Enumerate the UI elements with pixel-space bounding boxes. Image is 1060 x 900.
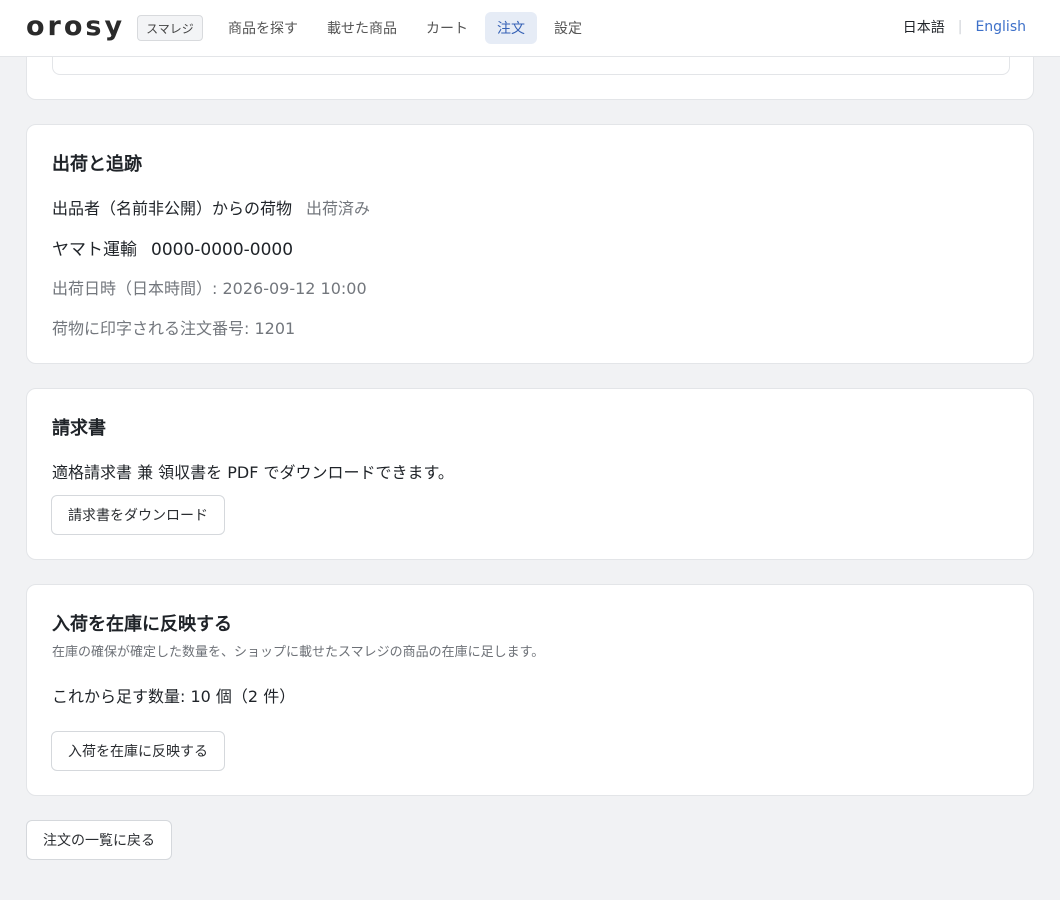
stock-reflect-title: 入荷を在庫に反映する (52, 614, 232, 635)
stock-reflect-card: 入荷を在庫に反映する 在庫の確保が確定した数量を、ショップに載せたスマレジの商品… (26, 584, 1034, 796)
main-nav: 商品を探す 載せた商品 カート 注文 設定 (216, 12, 594, 44)
nav-item-listed-products[interactable]: 載せた商品 (315, 12, 409, 44)
tracking-number[interactable]: 0000-0000-0000 (151, 240, 293, 260)
shipment-status: 出荷済み (306, 199, 371, 218)
download-invoice-button[interactable]: 請求書をダウンロード (51, 495, 225, 535)
shipping-tracking-title: 出荷と追跡 (52, 154, 142, 175)
language-english-link[interactable]: English (975, 19, 1026, 35)
nav-item-browse-products[interactable]: 商品を探す (216, 12, 310, 44)
top-navigation-bar: orosy スマレジ 商品を探す 載せた商品 カート 注文 設定 日本語 | E… (0, 0, 1060, 57)
stock-quantity-text: これから足す数量: 10 個（2 件） (52, 687, 296, 706)
shipment-sender: 出品者（名前非公開）からの荷物 (52, 199, 293, 218)
nav-item-cart[interactable]: カート (414, 12, 480, 44)
nav-item-settings[interactable]: 設定 (542, 12, 594, 44)
stock-reflect-subtitle: 在庫の確保が確定した数量を、ショップに載せたスマレジの商品の在庫に足します。 (52, 645, 545, 660)
language-switcher: 日本語 | English (903, 17, 1026, 37)
back-to-orders-button[interactable]: 注文の一覧に戻る (26, 820, 172, 860)
orosy-logo[interactable]: orosy (26, 11, 125, 43)
invoice-card: 請求書 適格請求書 兼 領収書を PDF でダウンロードできます。 請求書をダウ… (26, 388, 1034, 560)
shipping-tracking-card: 出荷と追跡 出品者（名前非公開）からの荷物 出荷済み ヤマト運輸 0000-0000… (26, 124, 1034, 364)
shipped-at: 出荷日時（日本時間）: 2026-09-12 10:00 (52, 279, 367, 298)
package-order-number: 荷物に印字される注文番号: 1201 (52, 319, 296, 338)
invoice-title: 請求書 (52, 418, 106, 439)
shipment-sender-row: 出品者（名前非公開）からの荷物 出荷済み (52, 195, 370, 219)
nav-item-orders[interactable]: 注文 (485, 12, 537, 44)
invoice-description: 適格請求書 兼 領収書を PDF でダウンロードできます。 (52, 463, 454, 482)
tracking-row: ヤマト運輸 0000-0000-0000 (52, 235, 293, 260)
apply-stock-button[interactable]: 入荷を在庫に反映する (51, 731, 225, 771)
language-japanese-link[interactable]: 日本語 (903, 17, 945, 37)
language-separator: | (957, 19, 963, 35)
app-badge: スマレジ (137, 15, 203, 41)
carrier-name: ヤマト運輸 (52, 240, 137, 260)
